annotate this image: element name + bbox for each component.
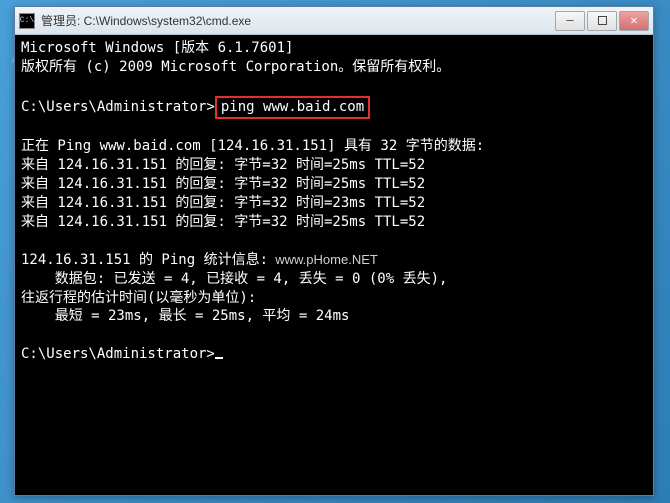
stats-header-text: 124.16.31.151 的 Ping 统计信息: bbox=[21, 252, 268, 268]
window-controls: ─ ✕ bbox=[555, 11, 649, 31]
ping-reply: 来自 124.16.31.151 的回复: 字节=32 时间=25ms TTL=… bbox=[21, 213, 647, 232]
maximize-button[interactable] bbox=[587, 11, 617, 31]
ping-reply: 来自 124.16.31.151 的回复: 字节=32 时间=25ms TTL=… bbox=[21, 175, 647, 194]
copyright-b: 保留所有权利。 bbox=[352, 59, 450, 75]
blank-line bbox=[21, 119, 647, 138]
cmd-window: C:\ 管理员: C:\Windows\system32\cmd.exe ─ ✕… bbox=[14, 6, 654, 496]
cmd-icon: C:\ bbox=[19, 13, 35, 29]
prompt-line-1: C:\Users\Administrator>ping www.baid.com bbox=[21, 96, 647, 119]
blank-line bbox=[21, 232, 647, 251]
stats-packets: 数据包: 已发送 = 4, 已接收 = 4, 丢失 = 0 (0% 丢失), bbox=[21, 270, 647, 289]
prompt-path: C:\Users\Administrator> bbox=[21, 99, 215, 115]
copyright-line: 版权所有 (c) 2009 Microsoft Corporation。保留所有… bbox=[21, 58, 647, 77]
stats-rt-header: 往返行程的估计时间(以毫秒为单位): bbox=[21, 289, 647, 308]
close-icon: ✕ bbox=[630, 13, 637, 28]
prompt-line-2: C:\Users\Administrator> bbox=[21, 345, 647, 364]
ping-reply: 来自 124.16.31.151 的回复: 字节=32 时间=23ms TTL=… bbox=[21, 194, 647, 213]
close-button[interactable]: ✕ bbox=[619, 11, 649, 31]
minimize-button[interactable]: ─ bbox=[555, 11, 585, 31]
copyright-a: 版权所有 (c) 2009 Microsoft Corporation。 bbox=[21, 59, 352, 75]
titlebar[interactable]: C:\ 管理员: C:\Windows\system32\cmd.exe ─ ✕ bbox=[15, 7, 653, 35]
console-area[interactable]: Microsoft Windows [版本 6.1.7601] 版权所有 (c)… bbox=[15, 35, 653, 495]
prompt-path-2: C:\Users\Administrator> bbox=[21, 346, 215, 362]
command-highlight: ping www.baid.com bbox=[215, 96, 370, 119]
ping-header: 正在 Ping www.baid.com [124.16.31.151] 具有 … bbox=[21, 137, 647, 156]
window-title: 管理员: C:\Windows\system32\cmd.exe bbox=[41, 12, 555, 29]
blank-line bbox=[21, 77, 647, 96]
stats-rt-values: 最短 = 23ms, 最长 = 25ms, 平均 = 24ms bbox=[21, 307, 647, 326]
maximize-icon bbox=[598, 16, 607, 25]
cursor bbox=[215, 357, 223, 359]
stats-header: 124.16.31.151 的 Ping 统计信息: www.pHome.NET bbox=[21, 251, 647, 270]
ping-reply: 来自 124.16.31.151 的回复: 字节=32 时间=25ms TTL=… bbox=[21, 156, 647, 175]
minimize-icon: ─ bbox=[566, 14, 573, 28]
blank-line bbox=[21, 326, 647, 345]
version-line: Microsoft Windows [版本 6.1.7601] bbox=[21, 39, 647, 58]
inline-watermark: www.pHome.NET bbox=[268, 252, 378, 267]
